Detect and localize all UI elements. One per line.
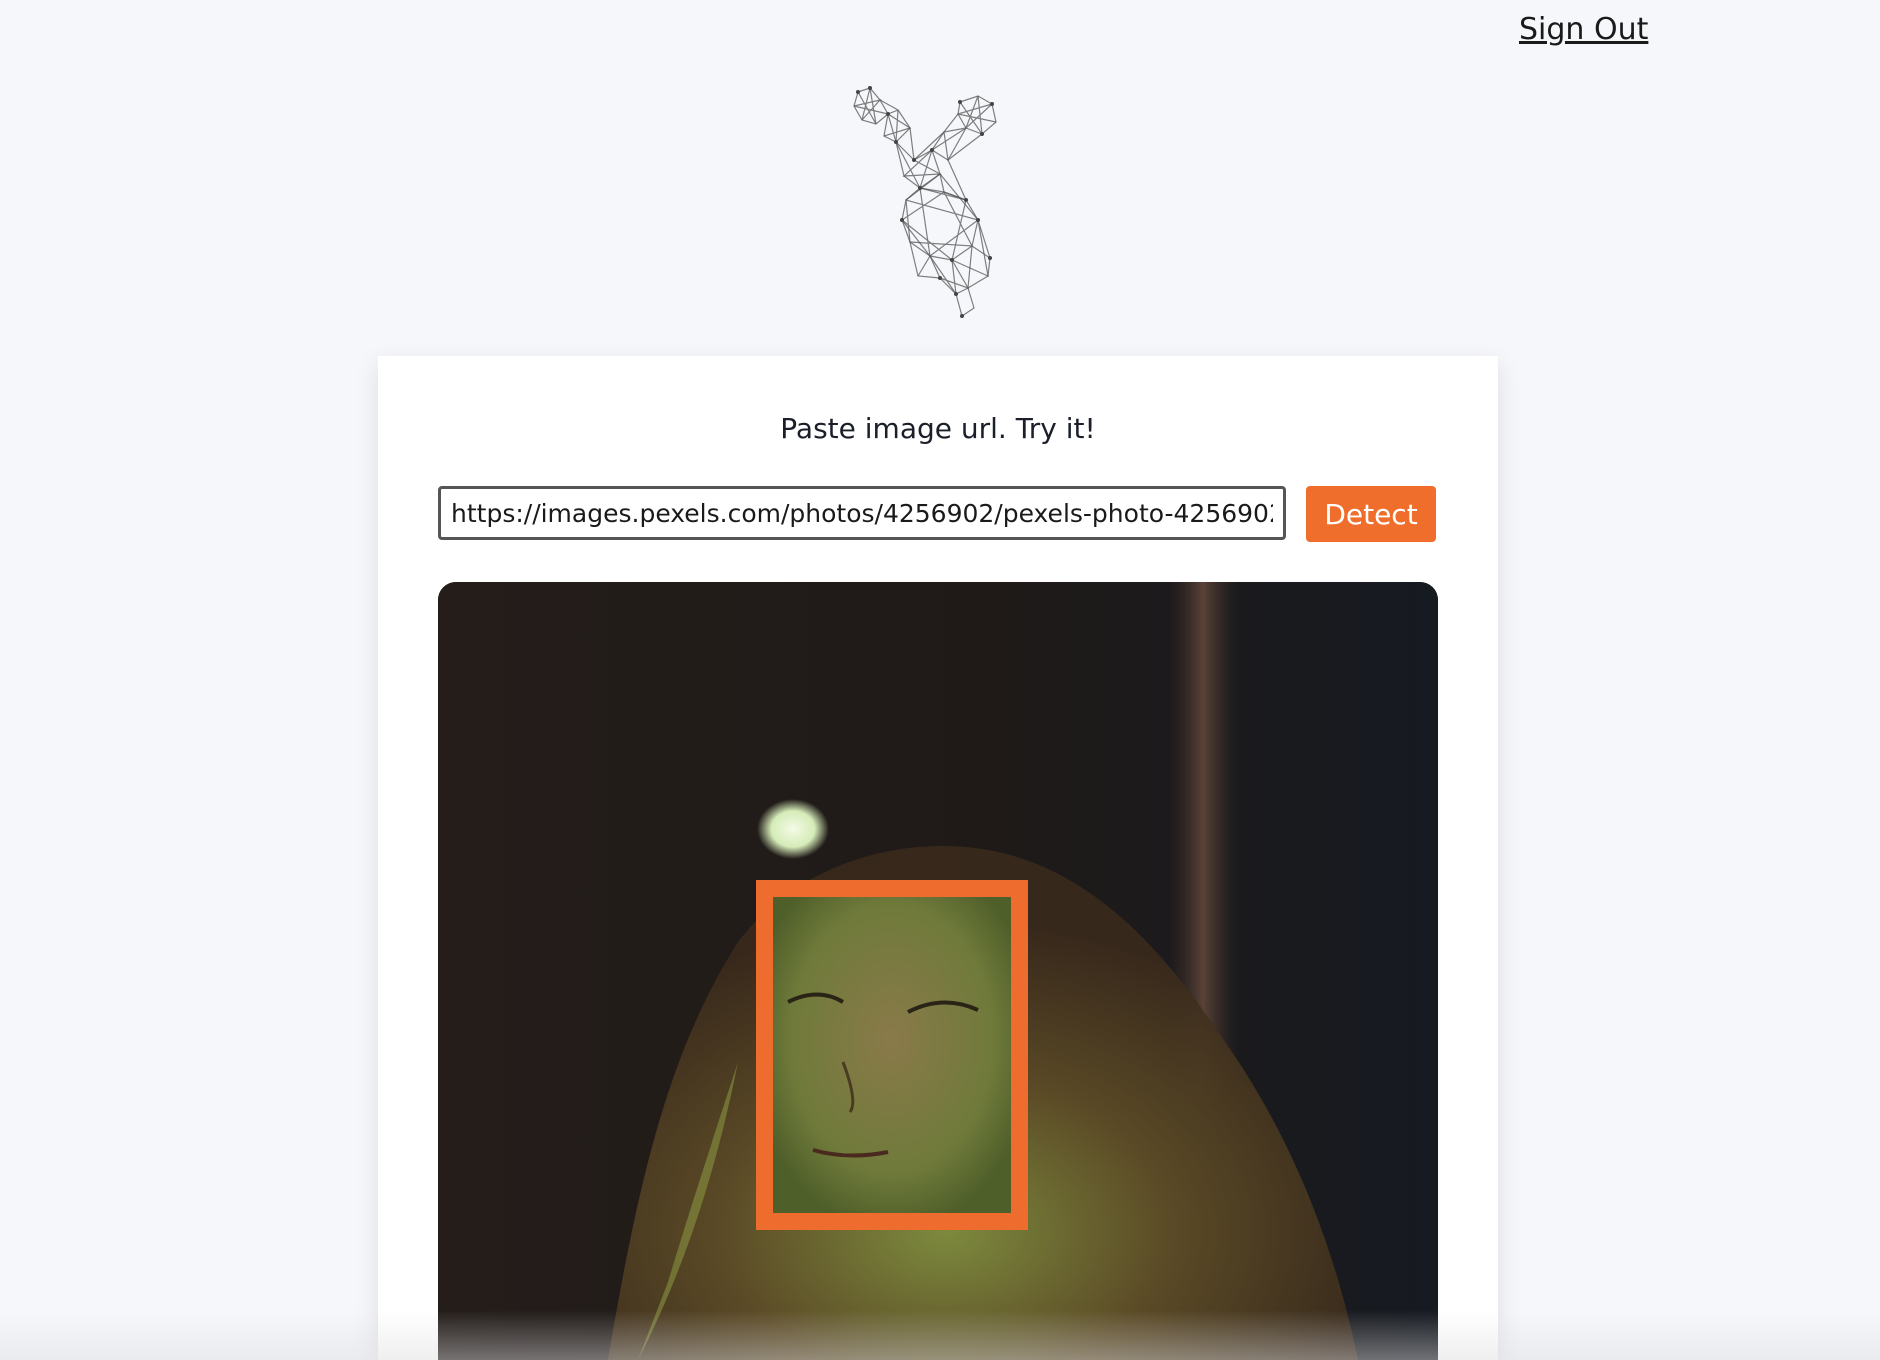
wireframe-network-logo-icon xyxy=(840,80,1040,330)
image-url-input[interactable] xyxy=(438,486,1286,540)
card-title: Paste image url. Try it! xyxy=(780,412,1096,445)
face-bounding-box xyxy=(756,880,1028,1230)
detected-photo xyxy=(438,582,1438,1360)
face-detection-card: Paste image url. Try it! Detect xyxy=(378,356,1498,1360)
detect-button[interactable]: Detect xyxy=(1306,486,1436,542)
sign-out-link[interactable]: Sign Out xyxy=(1519,12,1648,47)
